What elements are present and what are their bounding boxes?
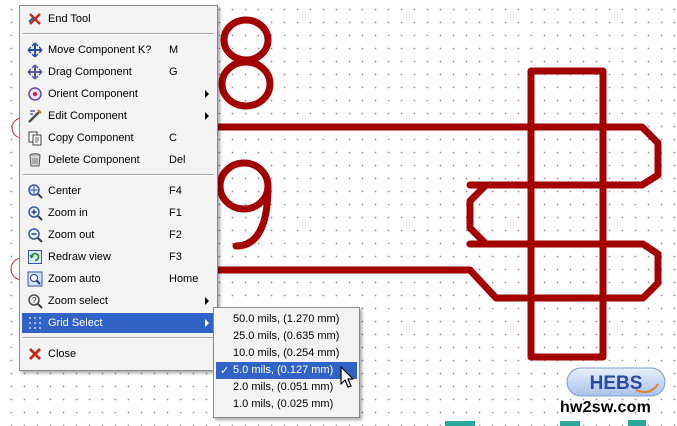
grid-option-label: 50.0 mils, (1.270 mm) bbox=[233, 313, 340, 325]
menu-item-zoom-select[interactable]: ? Zoom select bbox=[22, 291, 215, 311]
center-icon bbox=[27, 183, 43, 199]
menu-item-shortcut: F1 bbox=[169, 207, 182, 219]
watermark-logo: HEBS hw2sw.com bbox=[558, 366, 674, 422]
menu-item-redraw-view[interactable]: Redraw view F3 bbox=[22, 247, 215, 267]
menu-item-delete-component[interactable]: Delete Component Del bbox=[22, 150, 215, 170]
menu-item-label: Delete Component bbox=[48, 154, 140, 166]
submenu-arrow-icon bbox=[205, 297, 209, 305]
grid-option-1-mils[interactable]: 1.0 mils, (0.025 mm) bbox=[216, 396, 357, 413]
menu-item-zoom-auto[interactable]: Zoom auto Home bbox=[22, 269, 215, 289]
menu-item-label: Center bbox=[48, 185, 82, 197]
menu-separator bbox=[23, 174, 214, 176]
menu-item-center[interactable]: Center F4 bbox=[22, 181, 215, 201]
menu-item-end-tool[interactable]: End Tool bbox=[22, 9, 215, 29]
menu-item-shortcut: Del bbox=[169, 154, 186, 166]
grid-option-label: 1.0 mils, (0.025 mm) bbox=[233, 398, 334, 410]
menu-item-edit-component[interactable]: Edit Component bbox=[22, 106, 215, 126]
grid-option-2-mils[interactable]: 2.0 mils, (0.051 mm) bbox=[216, 379, 357, 396]
submenu-arrow-icon bbox=[205, 112, 209, 120]
delete-icon bbox=[27, 152, 43, 168]
menu-item-zoom-out[interactable]: Zoom out F2 bbox=[22, 225, 215, 245]
menu-item-label: Drag Component bbox=[48, 66, 132, 78]
menu-item-zoom-in[interactable]: Zoom in F1 bbox=[22, 203, 215, 223]
menu-item-drag-component[interactable]: Drag Component G bbox=[22, 62, 215, 82]
menu-item-label: Zoom select bbox=[48, 295, 108, 307]
move-icon bbox=[27, 42, 43, 58]
orient-icon bbox=[27, 86, 43, 102]
mouse-cursor-icon bbox=[340, 366, 354, 388]
copy-icon bbox=[27, 130, 43, 146]
drag-icon bbox=[27, 64, 43, 80]
menu-item-label: Grid Select bbox=[48, 317, 103, 329]
zoom-auto-icon bbox=[27, 271, 43, 287]
menu-item-copy-component[interactable]: Copy Component C bbox=[22, 128, 215, 148]
menu-item-move-component[interactable]: Move Component K? M bbox=[22, 40, 215, 60]
grid-option-10-mils[interactable]: 10.0 mils, (0.254 mm) bbox=[216, 345, 357, 362]
redraw-icon bbox=[27, 249, 43, 265]
grid-select-submenu: 50.0 mils, (1.270 mm) 25.0 mils, (0.635 … bbox=[213, 307, 360, 418]
menu-item-shortcut: C bbox=[169, 132, 177, 144]
silkscreen-digit-8 bbox=[218, 16, 274, 110]
logo-badge: HEBS bbox=[566, 367, 666, 397]
menu-item-shortcut: F2 bbox=[169, 229, 182, 241]
menu-item-label: Orient Component bbox=[48, 88, 138, 100]
close-icon bbox=[27, 346, 43, 362]
trace-upper bbox=[212, 123, 662, 189]
menu-item-label: Edit Component bbox=[48, 110, 127, 122]
menu-item-label: Close bbox=[48, 348, 77, 360]
grid-option-label: 25.0 mils, (0.635 mm) bbox=[233, 330, 340, 342]
menu-item-grid-select[interactable]: Grid Select bbox=[22, 313, 215, 333]
logo-url: hw2sw.com bbox=[560, 399, 652, 416]
grid-option-label: 5.0 mils, (0.127 mm) bbox=[233, 364, 334, 376]
zoom-select-icon: ? bbox=[27, 293, 43, 309]
grid-option-5-mils[interactable]: ✓ 5.0 mils, (0.127 mm) bbox=[216, 362, 357, 379]
menu-item-shortcut: Home bbox=[169, 273, 199, 285]
coil-loop-left bbox=[466, 181, 607, 248]
svg-text:?: ? bbox=[32, 296, 37, 305]
menu-item-orient-component[interactable]: Orient Component bbox=[22, 84, 215, 104]
canvas-artifact bbox=[445, 421, 475, 426]
menu-separator bbox=[23, 33, 214, 35]
submenu-arrow-icon bbox=[205, 90, 209, 98]
menu-item-shortcut: F4 bbox=[169, 185, 182, 197]
edit-icon bbox=[27, 108, 43, 124]
zoom-out-icon bbox=[27, 227, 43, 243]
menu-item-shortcut: F3 bbox=[169, 251, 182, 263]
menu-item-label: Zoom in bbox=[48, 207, 88, 219]
menu-item-shortcut: M bbox=[169, 44, 179, 56]
menu-item-label: End Tool bbox=[48, 13, 91, 25]
menu-item-label: Zoom out bbox=[48, 229, 95, 241]
menu-separator bbox=[23, 337, 214, 339]
grid-option-label: 10.0 mils, (0.254 mm) bbox=[233, 347, 340, 359]
end-tool-icon bbox=[27, 11, 43, 27]
menu-item-label: Move Component K? bbox=[48, 44, 152, 56]
grid-option-label: 2.0 mils, (0.051 mm) bbox=[233, 381, 334, 393]
checkmark-icon: ✓ bbox=[220, 365, 230, 377]
grid-option-25-mils[interactable]: 25.0 mils, (0.635 mm) bbox=[216, 328, 357, 345]
context-menu: End Tool Move Component K? M Drag Compon… bbox=[19, 5, 218, 371]
submenu-arrow-icon bbox=[205, 319, 209, 327]
menu-item-label: Copy Component bbox=[48, 132, 134, 144]
menu-item-shortcut: G bbox=[169, 66, 178, 78]
zoom-in-icon bbox=[27, 205, 43, 221]
svg-text:HEBS: HEBS bbox=[590, 373, 643, 394]
trace-lower bbox=[212, 240, 662, 302]
grid-icon bbox=[27, 315, 43, 331]
grid-option-50-mils[interactable]: 50.0 mils, (1.270 mm) bbox=[216, 311, 357, 328]
menu-item-close[interactable]: Close bbox=[22, 344, 215, 364]
menu-item-label: Zoom auto bbox=[48, 273, 101, 285]
menu-item-label: Redraw view bbox=[48, 251, 111, 263]
coil-outline bbox=[527, 67, 607, 361]
silkscreen-digit-9 bbox=[216, 159, 272, 250]
